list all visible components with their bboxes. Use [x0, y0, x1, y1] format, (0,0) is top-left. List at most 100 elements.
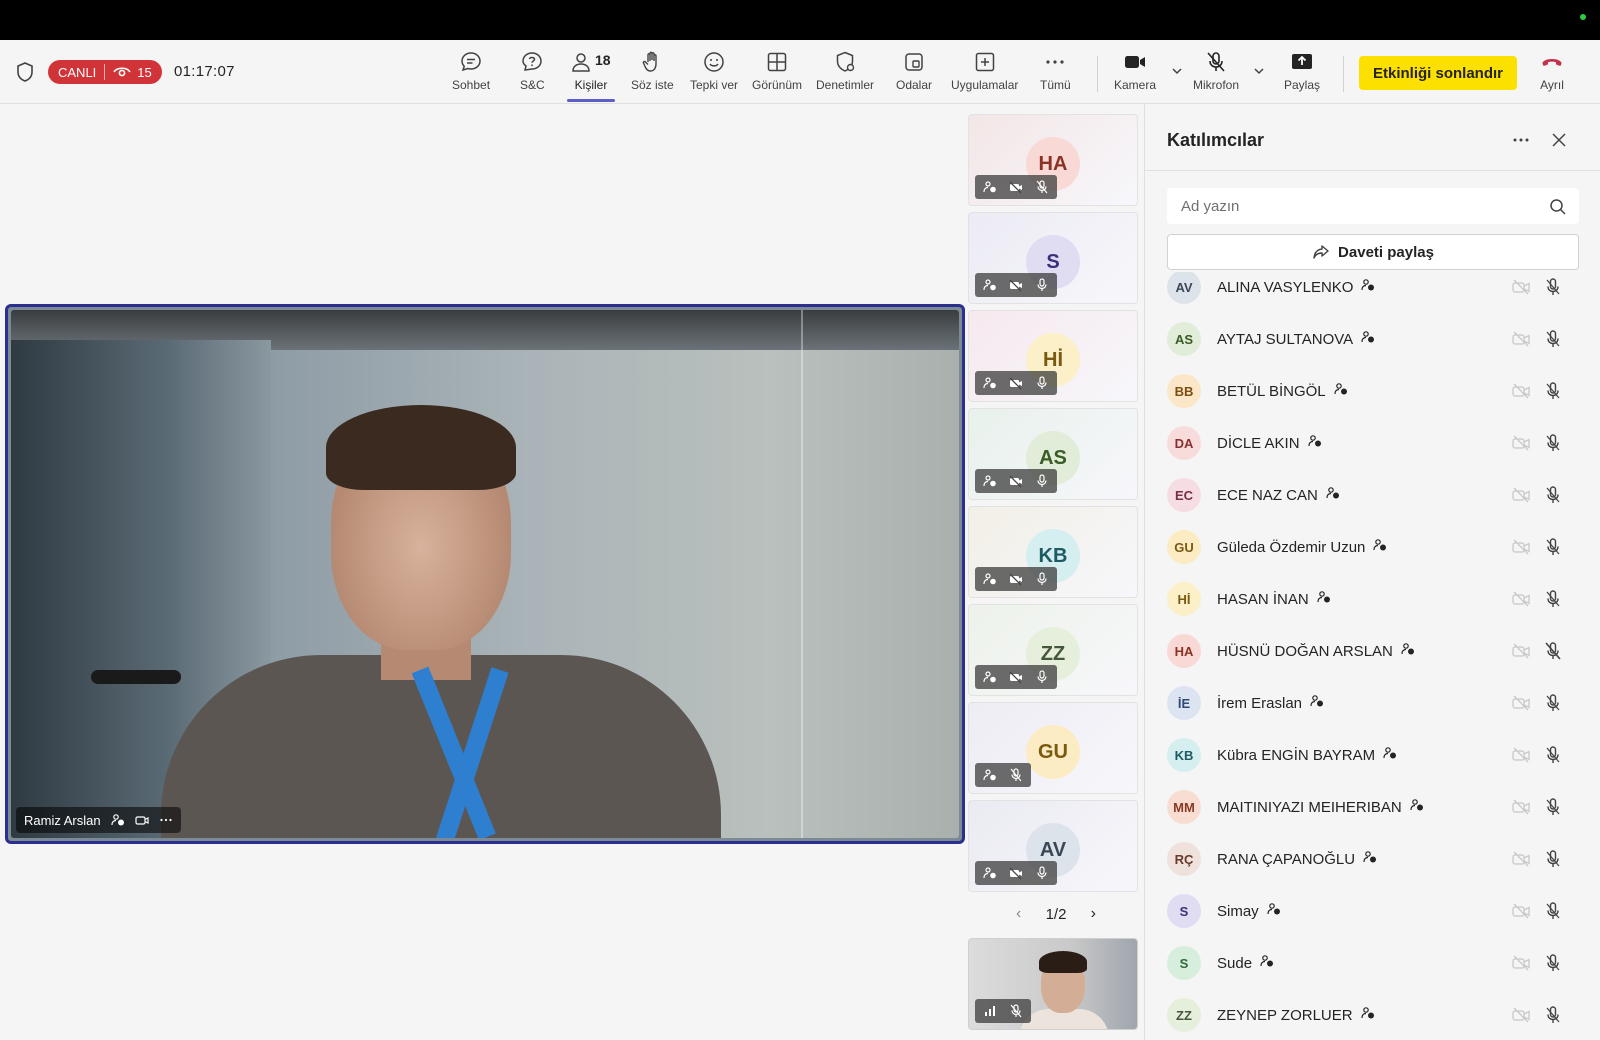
tool-label: Uygulamalar — [951, 78, 1019, 92]
mic-icon[interactable] — [1543, 797, 1563, 817]
share-invite-button[interactable]: Daveti paylaş — [1167, 234, 1579, 270]
guest-icon — [979, 668, 1001, 686]
mic-icon[interactable] — [1543, 901, 1563, 921]
guest-icon — [1410, 798, 1424, 816]
tool-label: Ayrıl — [1540, 78, 1564, 92]
participant-name-wrap: Sude — [1217, 954, 1274, 972]
participant-name: MAITINIYAZI MEIHERIBAN — [1217, 798, 1402, 816]
tool-chat[interactable]: Sohbet — [452, 50, 490, 100]
self-video-tile[interactable] — [968, 938, 1138, 1030]
mic-icon[interactable] — [1543, 381, 1563, 401]
participant-row[interactable]: Hİ HASAN İNAN — [1145, 573, 1600, 625]
next-page-chevron-right-icon[interactable]: › — [1091, 905, 1096, 923]
tool-raise-hand[interactable]: Söz iste — [631, 50, 674, 100]
participant-tile[interactable]: GU — [968, 702, 1138, 794]
search-input[interactable] — [1167, 188, 1579, 224]
rooms-icon — [905, 53, 923, 71]
mic-icon[interactable] — [1543, 589, 1563, 609]
tool-camera[interactable]: Kamera — [1114, 50, 1156, 100]
participant-row[interactable]: ZZ ZEYNEP ZORLUER — [1145, 989, 1600, 1040]
mic-icon[interactable] — [1543, 1005, 1563, 1025]
tool-apps[interactable]: Uygulamalar — [951, 50, 1018, 100]
participant-row[interactable]: RÇ RANA ÇAPANOĞLU — [1145, 833, 1600, 885]
mic-icon[interactable] — [1543, 537, 1563, 557]
tool-react[interactable]: Tepki ver — [690, 50, 738, 100]
participant-row[interactable]: GU Güleda Özdemir Uzun — [1145, 521, 1600, 573]
more-options-icon[interactable] — [1509, 128, 1533, 152]
participant-tile[interactable]: AV — [968, 800, 1138, 892]
tool-label: Mikrofon — [1193, 78, 1240, 92]
tool-rooms[interactable]: Odalar — [896, 50, 932, 100]
search-icon[interactable] — [1549, 198, 1567, 216]
shield-icon[interactable] — [16, 62, 34, 82]
end-event-button[interactable]: Etkinliği sonlandır — [1359, 56, 1517, 90]
camera-off-icon[interactable] — [1511, 381, 1531, 401]
mic-icon[interactable] — [1543, 849, 1563, 869]
camera-off-icon[interactable] — [1511, 485, 1531, 505]
participant-row[interactable]: EC ECE NAZ CAN — [1145, 469, 1600, 521]
camera-off-icon[interactable] — [1511, 329, 1531, 349]
prev-page-chevron-left-icon[interactable]: ‹ — [1016, 905, 1021, 923]
camera-off-icon[interactable] — [1511, 277, 1531, 297]
more-options-icon[interactable] — [159, 813, 173, 827]
participant-row[interactable]: MM MAITINIYAZI MEIHERIBAN — [1145, 781, 1600, 833]
participant-row[interactable]: DA DİCLE AKIN — [1145, 417, 1600, 469]
camera-off-icon[interactable] — [1511, 589, 1531, 609]
tool-label: S&C — [520, 78, 545, 92]
camera-off-icon[interactable] — [1511, 901, 1531, 921]
participant-row[interactable]: AV ALINA VASYLENKO — [1145, 272, 1600, 313]
participant-row[interactable]: İE İrem Eraslan — [1145, 677, 1600, 729]
mic-icon[interactable] — [1543, 433, 1563, 453]
guest-icon — [979, 374, 1001, 392]
mic-off-icon[interactable] — [1543, 641, 1563, 661]
participant-tile[interactable]: Hİ — [968, 310, 1138, 402]
participant-tile[interactable]: ZZ — [968, 604, 1138, 696]
participant-tile[interactable]: AS — [968, 408, 1138, 500]
camera-options-chevron-down-icon[interactable] — [1170, 64, 1184, 78]
camera-off-icon[interactable] — [1511, 849, 1531, 869]
camera-off-icon[interactable] — [1511, 797, 1531, 817]
camera-off-icon[interactable] — [1511, 537, 1531, 557]
participant-name: Güleda Özdemir Uzun — [1217, 538, 1366, 556]
tool-share[interactable]: Paylaş — [1284, 50, 1320, 100]
guest-icon — [1267, 902, 1281, 920]
participant-row[interactable]: KB Kübra ENGİN BAYRAM — [1145, 729, 1600, 781]
tool-controls[interactable]: Denetimler — [816, 50, 874, 100]
leave-button[interactable]: Ayrıl — [1540, 50, 1564, 100]
mic-icon[interactable] — [1543, 485, 1563, 505]
participant-row[interactable]: BB BETÜL BİNGÖL — [1145, 365, 1600, 417]
camera-off-icon[interactable] — [1511, 433, 1531, 453]
tool-people[interactable]: 18 Kişiler — [567, 50, 615, 102]
tool-qa[interactable]: S&C — [520, 50, 545, 100]
participant-row[interactable]: S Sude — [1145, 937, 1600, 989]
mic-icon[interactable] — [1543, 329, 1563, 349]
participant-row[interactable]: AS AYTAJ SULTANOVA — [1145, 313, 1600, 365]
camera-off-icon[interactable] — [1511, 641, 1531, 661]
mic-options-chevron-down-icon[interactable] — [1252, 64, 1266, 78]
camera-off-icon[interactable] — [1511, 953, 1531, 973]
participant-tile[interactable]: S — [968, 212, 1138, 304]
speaker-name-tag[interactable]: Ramiz Arslan — [16, 807, 181, 833]
mic-icon[interactable] — [1543, 953, 1563, 973]
guest-icon — [1260, 954, 1274, 972]
participant-row[interactable]: HA HÜSNÜ DOĞAN ARSLAN — [1145, 625, 1600, 677]
live-status-pill[interactable]: CANLI 15 — [48, 60, 162, 84]
close-icon[interactable] — [1547, 128, 1571, 152]
mic-icon[interactable] — [1543, 745, 1563, 765]
camera-off-icon[interactable] — [1511, 1005, 1531, 1025]
tool-more[interactable]: Tümü — [1040, 50, 1071, 100]
mic-icon[interactable] — [1543, 277, 1563, 297]
mic-icon[interactable] — [1543, 693, 1563, 713]
camera-off-icon — [1005, 472, 1027, 490]
hang-up-icon — [1542, 59, 1562, 66]
camera-off-icon[interactable] — [1511, 693, 1531, 713]
participant-tile[interactable]: KB — [968, 506, 1138, 598]
tool-view[interactable]: Görünüm — [752, 50, 802, 100]
participant-row[interactable]: S Simay — [1145, 885, 1600, 937]
main-speaker-video[interactable]: Ramiz Arslan — [5, 304, 965, 844]
camera-off-icon[interactable] — [1511, 745, 1531, 765]
speaker-name: Ramiz Arslan — [24, 812, 101, 828]
tool-mic[interactable]: Mikrofon — [1193, 50, 1239, 100]
participant-name-wrap: İrem Eraslan — [1217, 694, 1324, 712]
participant-tile[interactable]: HA — [968, 114, 1138, 206]
